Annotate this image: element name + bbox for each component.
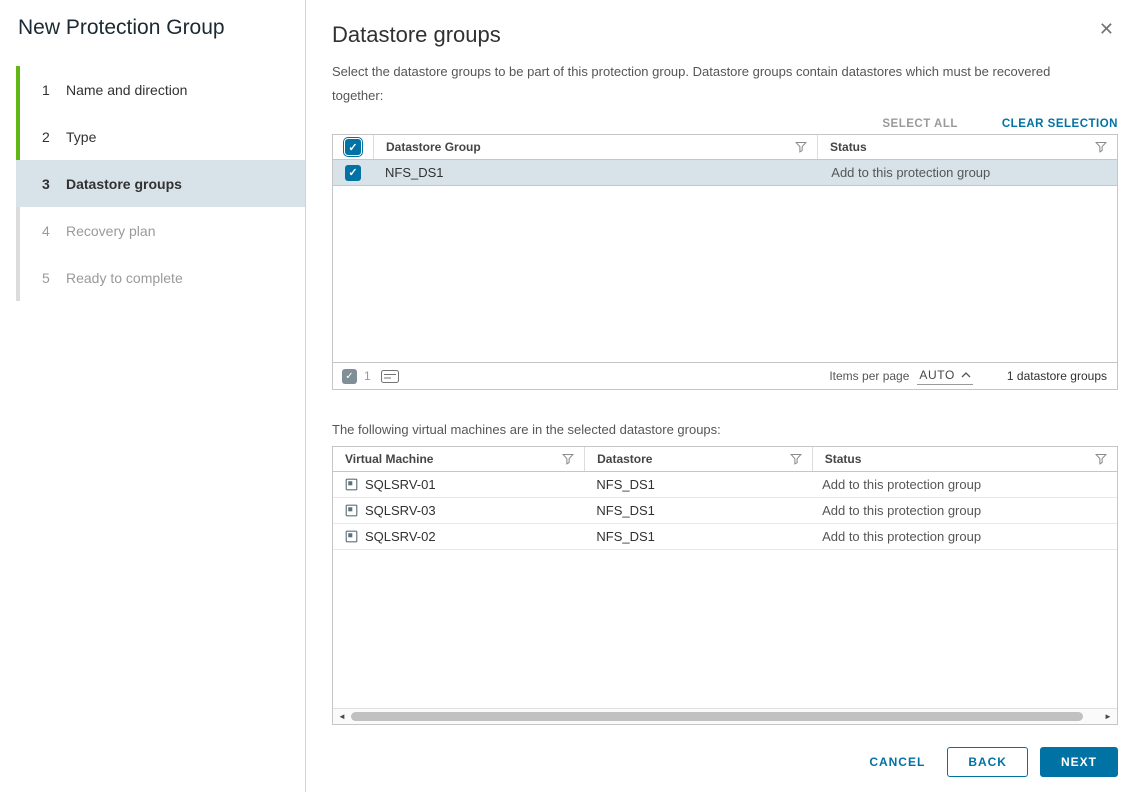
step-label: Recovery plan [66, 223, 156, 239]
vm-table-header: Virtual Machine Datastore Status [333, 447, 1117, 472]
vm-icon [345, 504, 358, 517]
step-number: 3 [42, 176, 56, 192]
page-description: Select the datastore groups to be part o… [332, 60, 1092, 108]
row-checkbox[interactable]: ✓ [345, 165, 361, 181]
clear-selection-button[interactable]: CLEAR SELECTION [1002, 118, 1118, 130]
step-type[interactable]: 2 Type [16, 113, 305, 160]
empty-table-area [333, 550, 1117, 708]
step-number: 1 [42, 82, 56, 98]
selection-actions: SELECT ALL CLEAR SELECTION [332, 118, 1118, 130]
datastore-group-status: Add to this protection group [819, 165, 1117, 180]
datastore-groups-table: ✓ Datastore Group Status ✓ [332, 134, 1118, 390]
datastore-group-name: NFS_DS1 [373, 165, 819, 180]
column-settings-icon[interactable] [381, 370, 399, 383]
vm-name: SQLSRV-02 [365, 529, 436, 544]
vm-icon [345, 530, 358, 543]
step-recovery-plan: 4 Recovery plan [16, 207, 305, 254]
column-label: Status [825, 452, 862, 466]
vm-name-cell: SQLSRV-03 [333, 503, 584, 518]
column-header-datastore-group: Datastore Group [373, 135, 817, 159]
vm-name-cell: SQLSRV-01 [333, 477, 584, 492]
row-checkbox-cell: ✓ [333, 165, 373, 181]
select-all-button[interactable]: SELECT ALL [882, 118, 958, 130]
scrollbar-track[interactable] [351, 711, 1099, 722]
select-all-checkbox[interactable]: ✓ [345, 139, 361, 155]
datastore-table-footer: ✓ 1 Items per page AUTO 1 datastore grou… [333, 362, 1117, 389]
vm-section-heading: The following virtual machines are in th… [332, 422, 1118, 437]
table-row: SQLSRV-03 NFS_DS1 Add to this protection… [333, 498, 1117, 524]
new-protection-group-dialog: New Protection Group 1 Name and directio… [0, 0, 1138, 792]
filter-icon[interactable] [790, 453, 802, 465]
column-label: Status [830, 140, 867, 154]
datastore-table-header: ✓ Datastore Group Status [333, 135, 1117, 160]
empty-table-area [333, 186, 1117, 362]
selected-count: 1 [364, 369, 371, 383]
step-number: 5 [42, 270, 56, 286]
step-number: 4 [42, 223, 56, 239]
vm-status: Add to this protection group [810, 529, 1117, 544]
select-all-checkbox-cell: ✓ [333, 135, 373, 159]
vm-name: SQLSRV-03 [365, 503, 436, 518]
page-size-value: AUTO [919, 368, 955, 382]
column-header-status: Status [812, 447, 1117, 471]
column-header-datastore: Datastore [584, 447, 812, 471]
close-icon[interactable]: ✕ [1095, 16, 1118, 42]
column-label: Datastore Group [386, 140, 481, 154]
step-label: Ready to complete [66, 270, 183, 286]
wizard-footer-buttons: CANCEL BACK NEXT [332, 747, 1118, 777]
step-label: Datastore groups [66, 176, 182, 192]
table-row: SQLSRV-01 NFS_DS1 Add to this protection… [333, 472, 1117, 498]
chevron-up-icon [961, 372, 971, 378]
vm-datastore: NFS_DS1 [584, 477, 810, 492]
page-title: Datastore groups [332, 22, 1118, 48]
step-label: Name and direction [66, 82, 187, 98]
page-size-select[interactable]: AUTO [917, 368, 973, 385]
next-button[interactable]: NEXT [1040, 747, 1118, 777]
total-count: 1 datastore groups [1007, 369, 1107, 383]
items-per-page-label: Items per page [829, 369, 909, 383]
filter-icon[interactable] [1095, 453, 1107, 465]
step-datastore-groups[interactable]: 3 Datastore groups [16, 160, 305, 207]
scroll-right-icon[interactable]: ► [1101, 709, 1115, 725]
column-header-status: Status [817, 135, 1117, 159]
column-label: Virtual Machine [345, 452, 433, 466]
wizard-content: ✕ Datastore groups Select the datastore … [306, 0, 1138, 792]
back-button[interactable]: BACK [947, 747, 1028, 777]
virtual-machines-table: Virtual Machine Datastore Status [332, 446, 1118, 725]
table-row: SQLSRV-02 NFS_DS1 Add to this protection… [333, 524, 1117, 550]
horizontal-scrollbar[interactable]: ◄ ► [333, 708, 1117, 724]
filter-icon[interactable] [1095, 141, 1107, 153]
vm-status: Add to this protection group [810, 503, 1117, 518]
vm-name: SQLSRV-01 [365, 477, 436, 492]
vm-datastore: NFS_DS1 [584, 503, 810, 518]
column-header-virtual-machine: Virtual Machine [333, 447, 584, 471]
column-label: Datastore [597, 452, 652, 466]
wizard-title: New Protection Group [18, 16, 287, 40]
vm-icon [345, 478, 358, 491]
scroll-left-icon[interactable]: ◄ [335, 709, 349, 725]
table-row[interactable]: ✓ NFS_DS1 Add to this protection group [333, 160, 1117, 186]
step-number: 2 [42, 129, 56, 145]
scrollbar-thumb[interactable] [351, 712, 1083, 721]
wizard-steps: 1 Name and direction 2 Type 3 Datastore … [16, 66, 305, 301]
vm-name-cell: SQLSRV-02 [333, 529, 584, 544]
step-name-and-direction[interactable]: 1 Name and direction [16, 66, 305, 113]
filter-icon[interactable] [562, 453, 574, 465]
selected-count-icon: ✓ [342, 369, 357, 384]
items-per-page-control: Items per page AUTO 1 datastore groups [829, 368, 1107, 385]
vm-status: Add to this protection group [810, 477, 1117, 492]
step-label: Type [66, 129, 96, 145]
filter-icon[interactable] [795, 141, 807, 153]
vm-datastore: NFS_DS1 [584, 529, 810, 544]
step-ready-to-complete: 5 Ready to complete [16, 254, 305, 301]
cancel-button[interactable]: CANCEL [859, 747, 935, 777]
wizard-sidebar: New Protection Group 1 Name and directio… [0, 0, 306, 792]
